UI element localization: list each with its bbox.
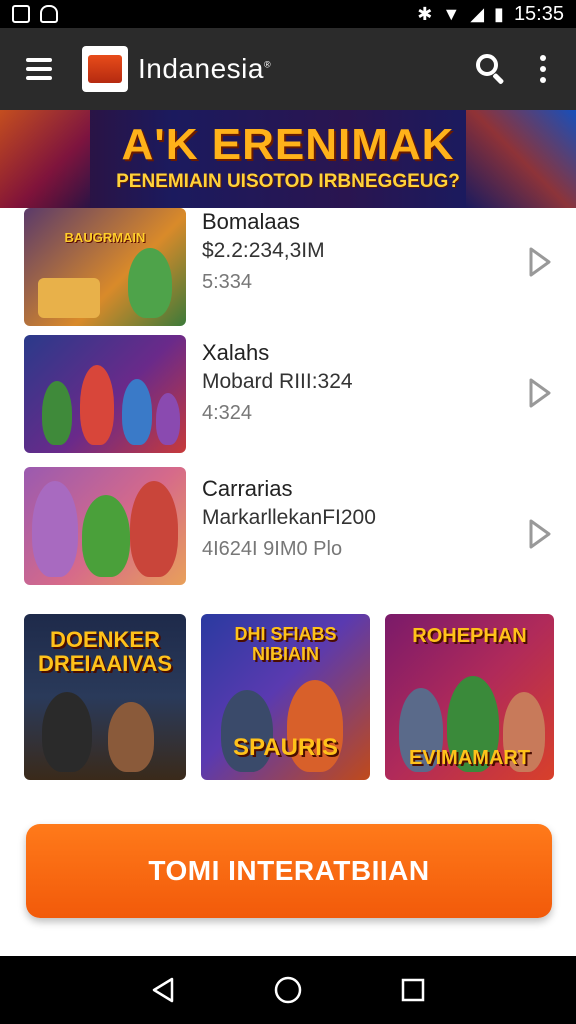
character-figure — [80, 365, 114, 445]
status-left — [12, 5, 58, 23]
game-thumbnail — [24, 335, 186, 453]
item-meta: 5:334 — [202, 271, 253, 293]
home-icon[interactable] — [273, 975, 303, 1005]
bluetooth-icon: ✱ — [417, 4, 433, 24]
item-meta: 4I624I 9IM0 Plo — [202, 538, 343, 560]
featured-tile[interactable]: DHI SFIABS NIBIAIN SPAURIS — [201, 614, 370, 780]
item-meta: 4:324 — [202, 402, 253, 424]
recents-icon[interactable] — [398, 975, 428, 1005]
item-subtitle: $2.2:234,3IM — [202, 239, 325, 262]
character-figure — [108, 702, 154, 772]
featured-tiles: DOENKER DREIAAIVAS DHI SFIABS NIBIAIN SP… — [24, 614, 554, 780]
signal-icon: ◢ — [470, 4, 485, 24]
android-icon — [40, 5, 58, 23]
game-thumbnail: BAUGRMAIN — [24, 208, 186, 326]
wifi-icon: ▼ — [442, 4, 461, 24]
tile-subtitle: EVIMAMART — [408, 747, 531, 769]
character-figure — [130, 481, 178, 577]
tile-title: ROHEPHAN — [412, 625, 527, 647]
item-title: Carrarias — [202, 476, 293, 501]
notification-icon — [12, 5, 30, 23]
character-figure — [32, 481, 78, 577]
status-right: ✱ ▼ ◢ ▮ 15:35 — [417, 3, 564, 26]
character-figure — [122, 379, 152, 445]
tile-title: DOENKER DREIAAIVAS — [37, 627, 173, 676]
app-bar: Indanesia® — [0, 28, 576, 110]
featured-tile[interactable]: ROHEPHAN EVIMAMART — [385, 614, 554, 780]
character-figure — [42, 692, 92, 772]
character-figure — [156, 393, 180, 445]
status-time: 15:35 — [513, 2, 564, 25]
banner-subtitle: PENEMIAIN UISOTOD IRBNEGGEUG? — [116, 171, 460, 192]
promo-banner[interactable]: A'K ERENIMAK PENEMIAIN UISOTOD IRBNEGGEU… — [0, 110, 576, 208]
play-icon[interactable] — [528, 246, 552, 278]
character-figure — [128, 248, 172, 318]
app-logo — [82, 46, 128, 92]
play-icon[interactable] — [528, 518, 552, 550]
tile-title: DHI SFIABS NIBIAIN — [234, 624, 337, 664]
item-subtitle: MarkarllekanFI200 — [202, 506, 376, 529]
game-thumbnail — [24, 467, 186, 585]
battery-icon: ▮ — [494, 4, 504, 24]
featured-tile[interactable]: DOENKER DREIAAIVAS — [24, 614, 186, 780]
cta-button[interactable]: TOMI INTERATBIIAN — [26, 824, 552, 918]
tile-subtitle: SPAURIS — [233, 734, 338, 761]
menu-icon[interactable] — [26, 58, 52, 80]
item-subtitle: Mobard RIII:324 — [202, 370, 353, 393]
list-item[interactable]: Carrarias MarkarllekanFI200 4I624I 9IM0 … — [0, 467, 576, 587]
character-figure — [82, 495, 130, 577]
list-item[interactable]: Xalahs Mobard RIII:324 4:324 — [0, 335, 576, 455]
list-item[interactable]: BAUGRMAIN Bomalaas $2.2:234,3IM 5:334 — [0, 208, 576, 328]
system-nav-bar — [0, 956, 576, 1024]
more-vert-icon[interactable] — [538, 55, 548, 83]
game-board-figure — [38, 278, 100, 318]
search-icon[interactable] — [474, 52, 508, 86]
character-figure — [42, 381, 72, 445]
play-icon[interactable] — [528, 377, 552, 409]
status-bar: ✱ ▼ ◢ ▮ 15:35 — [0, 0, 576, 28]
app-title: Indanesia® — [138, 53, 272, 84]
banner-title: A'K ERENIMAK — [121, 120, 455, 169]
back-icon[interactable] — [148, 975, 178, 1005]
item-title: Bomalaas — [202, 209, 300, 234]
item-title: Xalahs — [202, 340, 270, 365]
